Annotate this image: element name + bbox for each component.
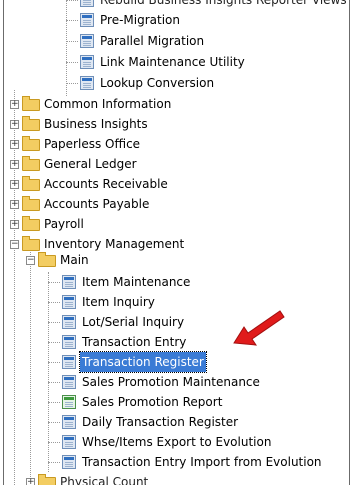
program-icon [80,13,94,27]
tree-item-label: Parallel Migration [100,34,205,48]
folder-icon [22,216,40,231]
tree-item-label: Link Maintenance Utility [100,55,245,69]
tree-item-label: Transaction Register [79,351,207,373]
tree-module[interactable]: + Common Information [4,94,349,114]
folder-icon [38,474,56,485]
tree-folder-label: Physical Count [60,475,149,485]
program-icon [62,435,76,449]
tree-folder-main[interactable]: − Main [4,250,349,270]
folder-icon [22,96,40,111]
program-icon [62,395,76,409]
program-icon [80,55,94,69]
tree-module-label: Paperless Office [44,137,141,151]
tree-module[interactable]: + General Ledger [4,154,349,174]
tree-module[interactable]: + Business Insights [4,114,349,134]
tree-module-label: Accounts Payable [44,197,150,211]
tree-item[interactable]: Transaction Entry Import from Evolution [4,452,349,472]
tree-item-label: Transaction Entry [82,335,187,349]
tree-item[interactable]: Lot/Serial Inquiry [4,312,349,332]
expand-icon[interactable]: + [10,220,19,229]
tree-item[interactable]: Daily Transaction Register [4,412,349,432]
tree-item[interactable]: Sales Promotion Report [4,392,349,412]
tree-module-label: General Ledger [44,157,137,171]
tree-item-label: Lookup Conversion [100,76,215,90]
tree-item[interactable]: Link Maintenance Utility [4,52,349,72]
program-icon [62,315,76,329]
tree-item[interactable]: Item Inquiry [4,292,349,312]
program-icon [62,275,76,289]
menu-tree-panel: Rebuild Business Insights Reporter Views… [3,0,350,485]
expand-icon[interactable]: + [10,180,19,189]
expand-icon[interactable]: + [10,120,19,129]
tree-item-label: Lot/Serial Inquiry [82,315,185,329]
red-arrow-icon [233,310,285,346]
program-icon [62,415,76,429]
tree-item[interactable]: Transaction Register [4,351,349,373]
tree-item-label: Whse/Items Export to Evolution [82,435,272,449]
program-icon [62,455,76,469]
tree-item-label: Sales Promotion Maintenance [82,375,260,389]
tree-item-label: Daily Transaction Register [82,415,239,429]
collapse-icon[interactable]: − [26,256,35,265]
tree-module-label: Common Information [44,97,172,111]
tree-module[interactable]: + Payroll [4,214,349,234]
program-icon [80,76,94,90]
tree-item[interactable]: Pre-Migration [4,10,349,30]
program-icon [62,355,76,369]
tree-item-label: Item Maintenance [82,275,191,289]
tree-item-label: Item Inquiry [82,295,155,309]
collapse-icon[interactable]: − [10,240,19,249]
tree-item-label: Transaction Entry Import from Evolution [82,455,322,469]
tree-module[interactable]: + Accounts Receivable [4,174,349,194]
tree-item-partial-top[interactable]: Rebuild Business Insights Reporter Views [4,0,349,10]
tree-folder-partial-bottom[interactable]: + Physical Count [4,472,349,485]
program-icon [80,34,94,48]
expand-icon[interactable]: + [10,100,19,109]
tree-module-label: Business Insights [44,117,148,131]
program-icon [80,0,94,7]
tree-module[interactable]: + Accounts Payable [4,194,349,214]
tree-item[interactable]: Parallel Migration [4,31,349,51]
tree-item[interactable]: Sales Promotion Maintenance [4,372,349,392]
folder-icon [22,176,40,191]
tree-folder-label: Main [60,253,89,267]
folder-icon [22,196,40,211]
program-icon [62,375,76,389]
folder-icon [38,252,56,267]
expand-icon[interactable]: + [10,200,19,209]
tree-item[interactable]: Item Maintenance [4,272,349,292]
folder-icon [22,156,40,171]
tree-item[interactable]: Whse/Items Export to Evolution [4,432,349,452]
tree-module[interactable]: + Paperless Office [4,134,349,154]
expand-icon[interactable]: + [10,140,19,149]
expand-icon[interactable]: + [10,160,19,169]
program-icon [62,335,76,349]
tree-item[interactable]: Transaction Entry [4,332,349,352]
tree-item-label: Pre-Migration [100,13,180,27]
tree-item-label: Sales Promotion Report [82,395,223,409]
tree-module-label: Payroll [44,217,84,231]
tree-item[interactable]: Lookup Conversion [4,73,349,93]
tree-item-label: Rebuild Business Insights Reporter Views [100,0,347,7]
program-icon [62,295,76,309]
folder-icon [22,136,40,151]
folder-icon [22,116,40,131]
tree-module-label: Accounts Receivable [44,177,168,191]
expand-icon[interactable]: + [26,478,35,485]
